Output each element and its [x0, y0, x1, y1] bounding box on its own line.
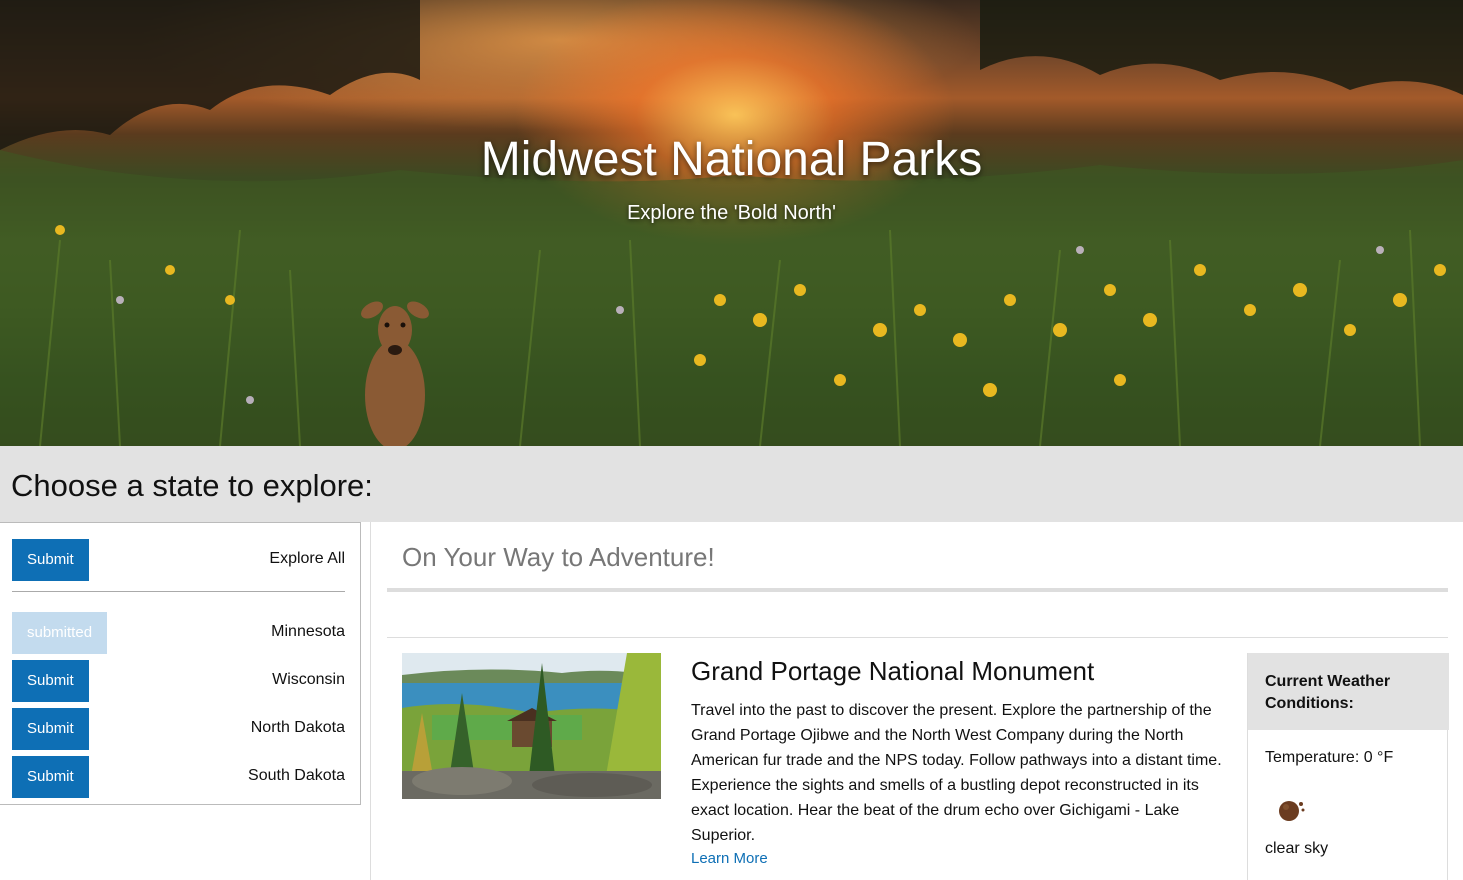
explore-all-submit-button[interactable]: Submit: [12, 539, 89, 581]
state-row-minnesota: submitted Minnesota: [12, 612, 345, 654]
weather-description: clear sky: [1265, 840, 1329, 857]
clear-sky-icon: [1278, 797, 1306, 823]
park-description: Travel into the past to discover the pre…: [691, 702, 1222, 844]
adventure-heading: On Your Way to Adventure!: [402, 542, 715, 572]
wisconsin-submit-button[interactable]: Submit: [12, 660, 89, 702]
north-dakota-submit-button[interactable]: Submit: [12, 708, 89, 750]
state-label-wisconsin: Wisconsin: [272, 671, 345, 688]
park-photo: [402, 653, 661, 799]
state-label-north-dakota: North Dakota: [250, 719, 345, 736]
learn-more-link[interactable]: Learn More: [691, 850, 768, 867]
weather-card: Current Weather Conditions: Temperature:…: [1247, 653, 1449, 880]
hero-banner: Midwest National Parks Explore the 'Bold…: [0, 0, 1463, 446]
state-row-wisconsin: Submit Wisconsin: [12, 660, 345, 702]
main-content: On Your Way to Adventure! Grand Portage …: [370, 522, 1463, 880]
weather-heading: Current Weather Conditions:: [1248, 653, 1449, 730]
heading-rule: [387, 588, 1448, 592]
minnesota-submitted-button[interactable]: submitted: [12, 612, 108, 654]
state-label-minnesota: Minnesota: [271, 623, 345, 640]
weather-temperature: Temperature: 0 °F: [1265, 749, 1394, 766]
section-rule: [387, 637, 1448, 638]
explore-all-row: Submit Explore All: [12, 539, 345, 581]
state-selection-header: Choose a state to explore:: [0, 446, 1463, 522]
sidebar-divider: [12, 591, 345, 592]
state-row-south-dakota: Submit South Dakota: [12, 756, 345, 798]
south-dakota-submit-button[interactable]: Submit: [12, 756, 89, 798]
park-title: Grand Portage National Monument: [691, 656, 1095, 686]
state-label-south-dakota: South Dakota: [248, 767, 345, 784]
explore-all-label: Explore All: [269, 550, 345, 567]
state-selection-heading: Choose a state to explore:: [11, 468, 373, 503]
state-sidebar: Submit Explore All submitted Minnesota S…: [0, 522, 361, 805]
hero-title: Midwest National Parks: [480, 133, 983, 186]
hero-subtitle: Explore the 'Bold North': [627, 202, 836, 224]
state-row-north-dakota: Submit North Dakota: [12, 708, 345, 750]
